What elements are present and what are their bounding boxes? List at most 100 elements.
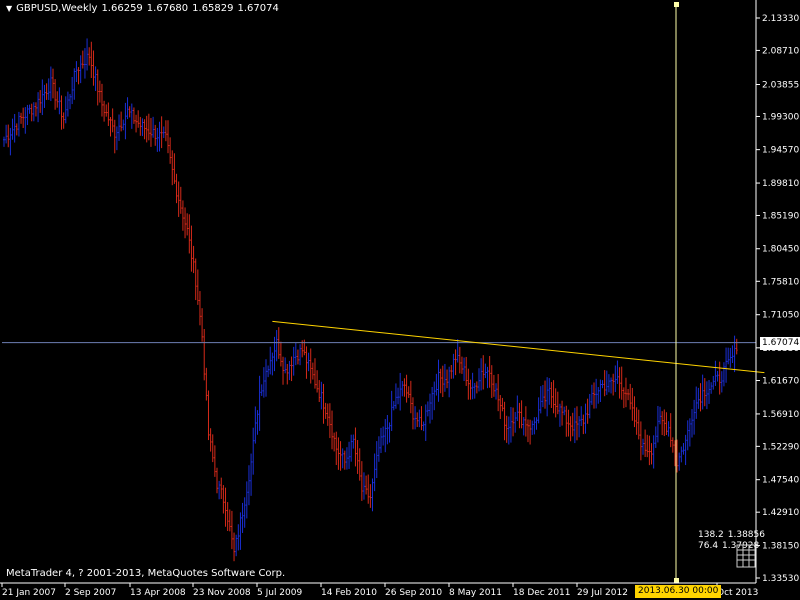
price-bar: [718, 361, 721, 395]
price-bar: [309, 348, 312, 384]
price-bar: [81, 50, 84, 69]
price-bar: [313, 358, 316, 389]
price-bar: [552, 380, 555, 414]
price-bar: [433, 381, 436, 411]
price-bar: [20, 112, 23, 124]
price-bar: [32, 102, 35, 122]
price-bar: [103, 100, 106, 122]
price-bar: [267, 365, 270, 378]
price-bar: [17, 111, 20, 137]
price-tick-label: 1.61670: [762, 377, 799, 387]
dropdown-triangle-icon[interactable]: ▼: [6, 4, 12, 13]
price-bar: [365, 475, 368, 495]
price-bar: [175, 173, 178, 204]
price-bar: [597, 387, 600, 404]
crosshair-handle-bottom: [674, 578, 679, 583]
price-bar: [616, 360, 619, 384]
price-bar: [375, 441, 378, 479]
price-bar: [230, 510, 233, 550]
price-bar: [733, 335, 736, 373]
price-tick-label: 1.47540: [762, 476, 799, 486]
chart-window[interactable]: 2.13330 2.08710 2.03855 1.99300 1.94570 1.898…: [0, 0, 800, 600]
price-tick-label: 1.80450: [762, 245, 799, 255]
price-bar: [311, 362, 314, 380]
price-bar: [198, 291, 201, 326]
indicator-value: 76.4: [698, 541, 719, 551]
price-bar: [546, 377, 549, 417]
price-bar: [663, 409, 666, 437]
price-bar: [275, 330, 278, 362]
price-bar: [137, 110, 140, 128]
price-bar: [213, 445, 216, 477]
price-bar: [292, 346, 295, 376]
price-bar: [56, 91, 59, 108]
price-tick-label: 1.89810: [762, 179, 799, 189]
price-bar: [595, 378, 598, 409]
price-bar: [431, 387, 434, 420]
price-bar: [141, 118, 144, 137]
price-bar: [286, 363, 289, 385]
price-bar: [239, 512, 242, 550]
price-bar: [426, 401, 429, 417]
price-bar: [567, 409, 570, 437]
price-bar: [273, 336, 276, 372]
price-bar: [192, 245, 195, 274]
price-bar: [548, 378, 551, 405]
price-bar: [384, 419, 387, 453]
bars-layer: [3, 38, 738, 562]
price-bar: [115, 126, 118, 151]
price-bar: [550, 382, 553, 408]
price-bar: [690, 409, 693, 438]
price-bar: [49, 66, 52, 102]
price-bar: [284, 357, 287, 374]
price-bar: [348, 441, 351, 469]
price-bar: [130, 103, 133, 129]
symbol-label: GBPUSD,Weekly: [16, 3, 98, 14]
ohlc-high: 1.67680: [146, 3, 189, 14]
price-bar: [124, 102, 127, 140]
price-bar: [120, 111, 123, 132]
price-bar: [682, 443, 685, 455]
price-bar: [411, 397, 414, 430]
price-bar: [96, 69, 99, 106]
price-bar: [47, 78, 50, 100]
price-bar: [526, 419, 529, 443]
price-bar: [656, 405, 659, 443]
price-chart[interactable]: 2.13330 2.08710 2.03855 1.99300 1.94570 1.898…: [0, 0, 800, 600]
price-bar: [98, 80, 101, 103]
price-bar: [518, 402, 521, 429]
time-tick-label: Oct 2013: [717, 588, 758, 598]
price-bar: [211, 434, 214, 463]
price-bar: [260, 384, 263, 396]
price-bar: [735, 338, 738, 355]
price-bar: [505, 415, 508, 443]
price-bar: [722, 362, 725, 387]
price-bar: [220, 477, 223, 499]
price-bar: [588, 393, 591, 419]
price-bar: [571, 412, 574, 437]
price-bar: [356, 440, 359, 474]
price-bar: [45, 83, 48, 100]
price-bar: [443, 363, 446, 392]
price-bar: [716, 370, 719, 382]
time-tick-label: 8 May 2011: [449, 588, 502, 598]
price-bar: [83, 48, 86, 79]
price-bar: [201, 308, 204, 342]
price-bar: [705, 381, 708, 410]
price-bar: [499, 395, 502, 419]
price-tick-label: 1.56910: [762, 410, 799, 420]
price-bar: [282, 356, 285, 385]
price-bar: [458, 346, 461, 374]
price-bar: [288, 360, 291, 381]
price-bar: [541, 384, 544, 408]
price-bar: [118, 114, 121, 141]
price-bar: [578, 416, 581, 438]
price-bar: [599, 379, 602, 403]
price-bar: [358, 448, 361, 481]
price-bar: [216, 467, 218, 494]
price-bar: [233, 532, 236, 562]
time-tick-label: 23 Nov 2008: [193, 588, 251, 598]
price-bar: [324, 402, 327, 419]
price-bar: [303, 339, 306, 356]
price-bar: [145, 115, 148, 143]
